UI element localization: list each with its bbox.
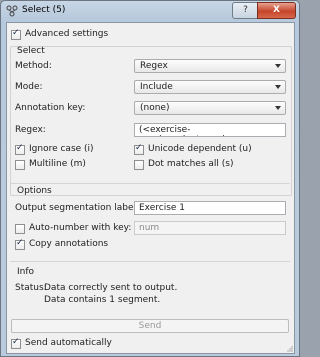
advanced-settings-label[interactable]: Advanced settings [25, 29, 108, 39]
auto-number-label[interactable]: Auto-number with key: [29, 223, 131, 233]
output-segmentation-label: Output segmentation label: [15, 203, 140, 213]
send-button[interactable]: Send [11, 319, 289, 333]
dot-matches-all-checkbox[interactable] [134, 160, 144, 170]
close-button[interactable]: X [257, 2, 296, 19]
send-automatically-label[interactable]: Send automatically [25, 338, 112, 348]
copy-annotations-label[interactable]: Copy annotations [29, 239, 108, 249]
info-group-title: Info [17, 267, 35, 277]
dialog-window: Select (5) ? X Advanced settings Select … [0, 0, 300, 357]
options-separator [10, 183, 290, 184]
select-group-title: Select [17, 46, 45, 56]
mode-value: Include [140, 82, 173, 92]
info-separator [10, 261, 290, 262]
send-automatically-checkbox[interactable] [11, 337, 21, 349]
ignore-case-label[interactable]: Ignore case (i) [29, 144, 94, 154]
mode-label: Mode: [15, 82, 43, 92]
title-bar[interactable]: Select (5) ? X [1, 1, 299, 21]
unicode-dependent-checkbox[interactable] [134, 143, 144, 155]
multiline-label[interactable]: Multiline (m) [29, 159, 86, 169]
status-line-1: Data correctly sent to output. [44, 283, 178, 293]
auto-number-key-input[interactable]: num [134, 221, 286, 235]
copy-annotations-checkbox[interactable] [15, 238, 25, 250]
multiline-checkbox[interactable] [15, 160, 25, 170]
help-button[interactable]: ? [232, 2, 259, 19]
output-segmentation-input[interactable]: Exercise 1 [134, 201, 286, 215]
dot-matches-all-label[interactable]: Dot matches all (s) [148, 159, 233, 169]
annotation-key-label: Annotation key: [15, 103, 86, 113]
status-label: Status: [15, 283, 47, 293]
chevron-down-icon [275, 106, 281, 110]
resize-grip-icon[interactable] [285, 344, 293, 352]
unicode-dependent-label[interactable]: Unicode dependent (u) [148, 144, 252, 154]
window-title: Select (5) [22, 5, 66, 15]
widget-icon [6, 5, 18, 17]
status-line-2: Data contains 1 segment. [44, 295, 161, 305]
dialog-client-area: Advanced settings Select Method: Regex M… [6, 22, 295, 354]
regex-input[interactable]: (<exercise-number>1</exercise-number>) [134, 123, 286, 137]
annotation-key-value: (none) [140, 103, 170, 113]
auto-number-checkbox[interactable] [15, 224, 25, 234]
annotation-key-dropdown[interactable]: (none) [134, 101, 286, 115]
options-group-title: Options [17, 186, 52, 196]
advanced-settings-checkbox[interactable] [11, 28, 21, 40]
ignore-case-checkbox[interactable] [15, 143, 25, 155]
method-dropdown[interactable]: Regex [134, 59, 286, 73]
method-label: Method: [15, 61, 52, 71]
mode-dropdown[interactable]: Include [134, 80, 286, 94]
chevron-down-icon [275, 64, 281, 68]
regex-label: Regex: [15, 125, 46, 135]
method-value: Regex [140, 61, 168, 71]
chevron-down-icon [275, 85, 281, 89]
